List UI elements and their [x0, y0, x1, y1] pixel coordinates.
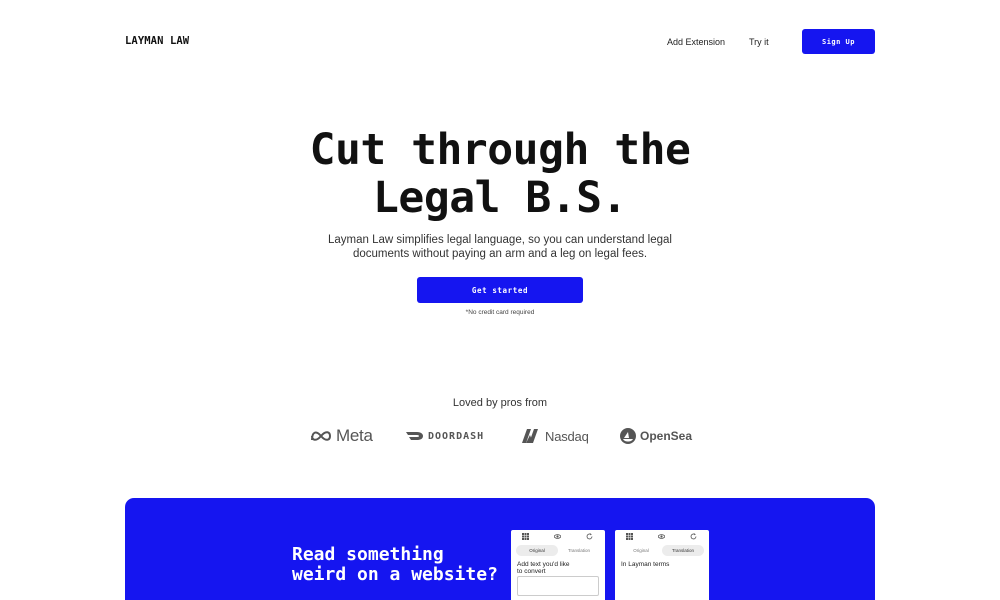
translation-panel: Original Translation In Layman terms — [615, 530, 709, 600]
feature-section: Read something weird on a website? Origi… — [125, 498, 875, 600]
eye-icon[interactable] — [554, 533, 561, 540]
translation-output-label: In Layman terms — [621, 561, 670, 568]
sign-up-button[interactable]: Sign Up — [802, 29, 875, 54]
feature-heading-line-2: weird on a website? — [292, 564, 498, 585]
nav-link-add-extension[interactable]: Add Extension — [667, 37, 725, 47]
hero-subtitle-line-1: Layman Law simplifies legal language, so… — [328, 234, 672, 246]
nasdaq-logo-icon — [522, 429, 538, 443]
meta-logo-icon — [311, 431, 332, 441]
eye-icon[interactable] — [658, 533, 665, 540]
loved-by-heading: Loved by pros from — [452, 397, 548, 409]
tab-original[interactable]: Original — [620, 545, 662, 556]
nav-link-try-it[interactable]: Try it — [749, 37, 769, 47]
convert-text-input[interactable] — [517, 576, 599, 596]
hero-subtitle: Layman Law simplifies legal language, so… — [300, 233, 700, 261]
hero-title-line-1: Cut through the — [309, 125, 691, 175]
brand-logos: Meta DOORDASH Nasdaq OpenSea — [0, 424, 1000, 448]
tab-original[interactable]: Original — [516, 545, 558, 556]
grid-icon[interactable] — [522, 533, 529, 540]
refresh-icon[interactable] — [690, 533, 697, 540]
panel-tabs: Original Translation — [620, 545, 704, 557]
brand-meta: Meta — [310, 424, 373, 448]
panel-input-prompt-line-1: Add text you'd like — [517, 561, 570, 568]
panel-toolbar — [615, 533, 709, 541]
hero-subtitle-line-2: documents without paying an arm and a le… — [352, 248, 648, 260]
panel-input-prompt-line-2: to convert — [517, 568, 546, 575]
brand-opensea: OpenSea — [620, 424, 692, 448]
top-nav: LAYMAN LAW Add Extension Try it Sign Up — [0, 0, 1000, 84]
opensea-logo-icon — [620, 428, 636, 444]
hero-title: Cut through the Legal B.S. — [0, 126, 1000, 222]
brand-doordash-name: DOORDASH — [428, 430, 485, 442]
feature-heading: Read something weird on a website? — [292, 545, 507, 585]
brand-doordash: DOORDASH — [406, 424, 484, 448]
doordash-logo-icon — [406, 432, 423, 440]
grid-icon[interactable] — [626, 533, 633, 540]
tab-translation[interactable]: Translation — [558, 545, 600, 556]
refresh-icon[interactable] — [586, 533, 593, 540]
panel-toolbar — [511, 533, 605, 541]
get-started-button[interactable]: Get started — [417, 277, 583, 303]
brand-nasdaq-name: Nasdaq — [545, 428, 589, 444]
brand-opensea-name: OpenSea — [640, 429, 693, 443]
no-credit-card-note: *No credit card required — [465, 309, 535, 316]
panel-tabs: Original Translation — [516, 545, 600, 557]
panel-input-prompt: Add text you'd like to convert — [517, 561, 587, 575]
logo[interactable]: LAYMAN LAW — [125, 35, 189, 47]
feature-heading-line-1: Read something — [292, 544, 444, 565]
tab-translation[interactable]: Translation — [662, 545, 704, 556]
hero-title-line-2: Legal B.S. — [373, 173, 627, 223]
brand-nasdaq: Nasdaq — [521, 424, 589, 448]
brand-meta-name: Meta — [336, 426, 373, 445]
original-panel: Original Translation Add text you'd like… — [511, 530, 605, 600]
